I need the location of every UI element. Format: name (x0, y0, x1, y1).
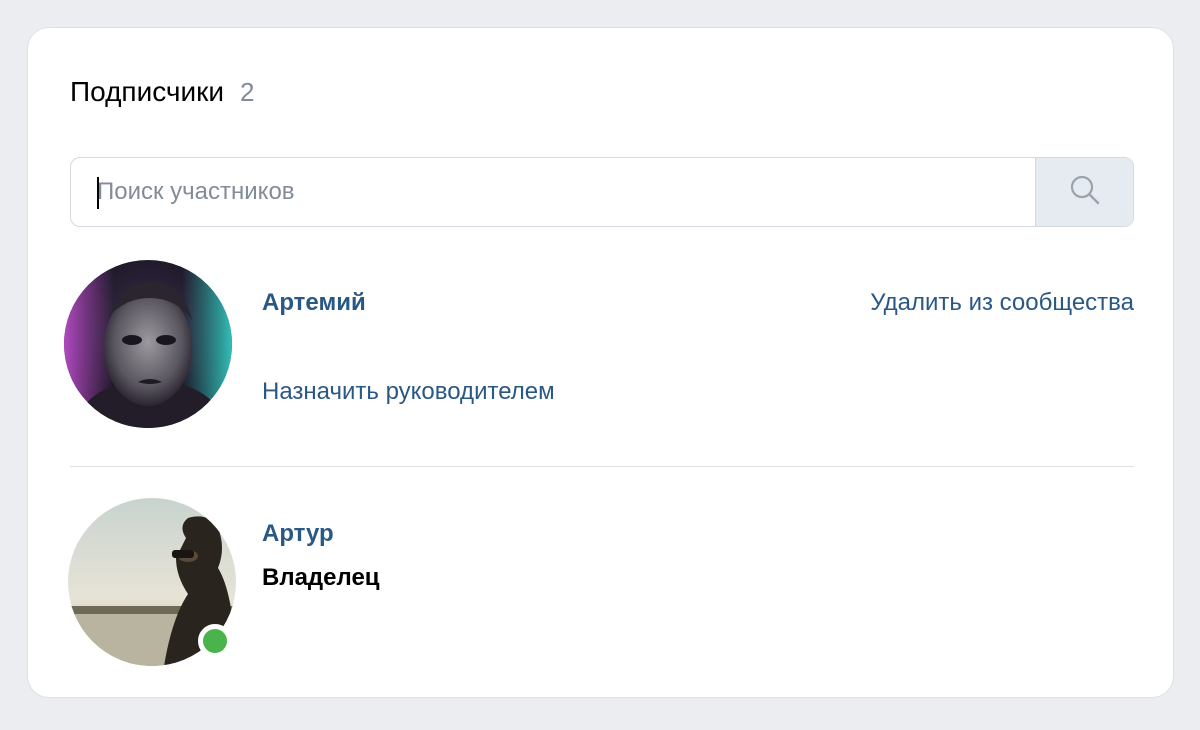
subscribers-header: Подписчики 2 (70, 76, 255, 108)
avatar[interactable] (64, 260, 232, 428)
subscribers-card: Подписчики 2 Поиск участников Артемий Уд… (27, 27, 1174, 698)
text-caret (97, 177, 99, 209)
search-icon (1068, 173, 1102, 212)
member-divider (70, 466, 1134, 467)
member-row: Артур Владелец (64, 498, 1134, 670)
member-name[interactable]: Артемий (262, 289, 366, 317)
member-search (70, 157, 1134, 227)
online-indicator (198, 624, 232, 658)
remove-from-community-link[interactable]: Удалить из сообщества (870, 289, 1134, 317)
search-button[interactable] (1035, 158, 1133, 226)
subscribers-title: Подписчики (70, 76, 225, 107)
search-input[interactable] (71, 158, 1035, 226)
member-name[interactable]: Артур (262, 520, 334, 548)
subscribers-count: 2 (240, 77, 255, 107)
assign-manager-link[interactable]: Назначить руководителем (262, 378, 555, 406)
member-row: Артемий Удалить из сообщества Назначить … (64, 260, 1134, 432)
member-role: Владелец (262, 564, 380, 591)
